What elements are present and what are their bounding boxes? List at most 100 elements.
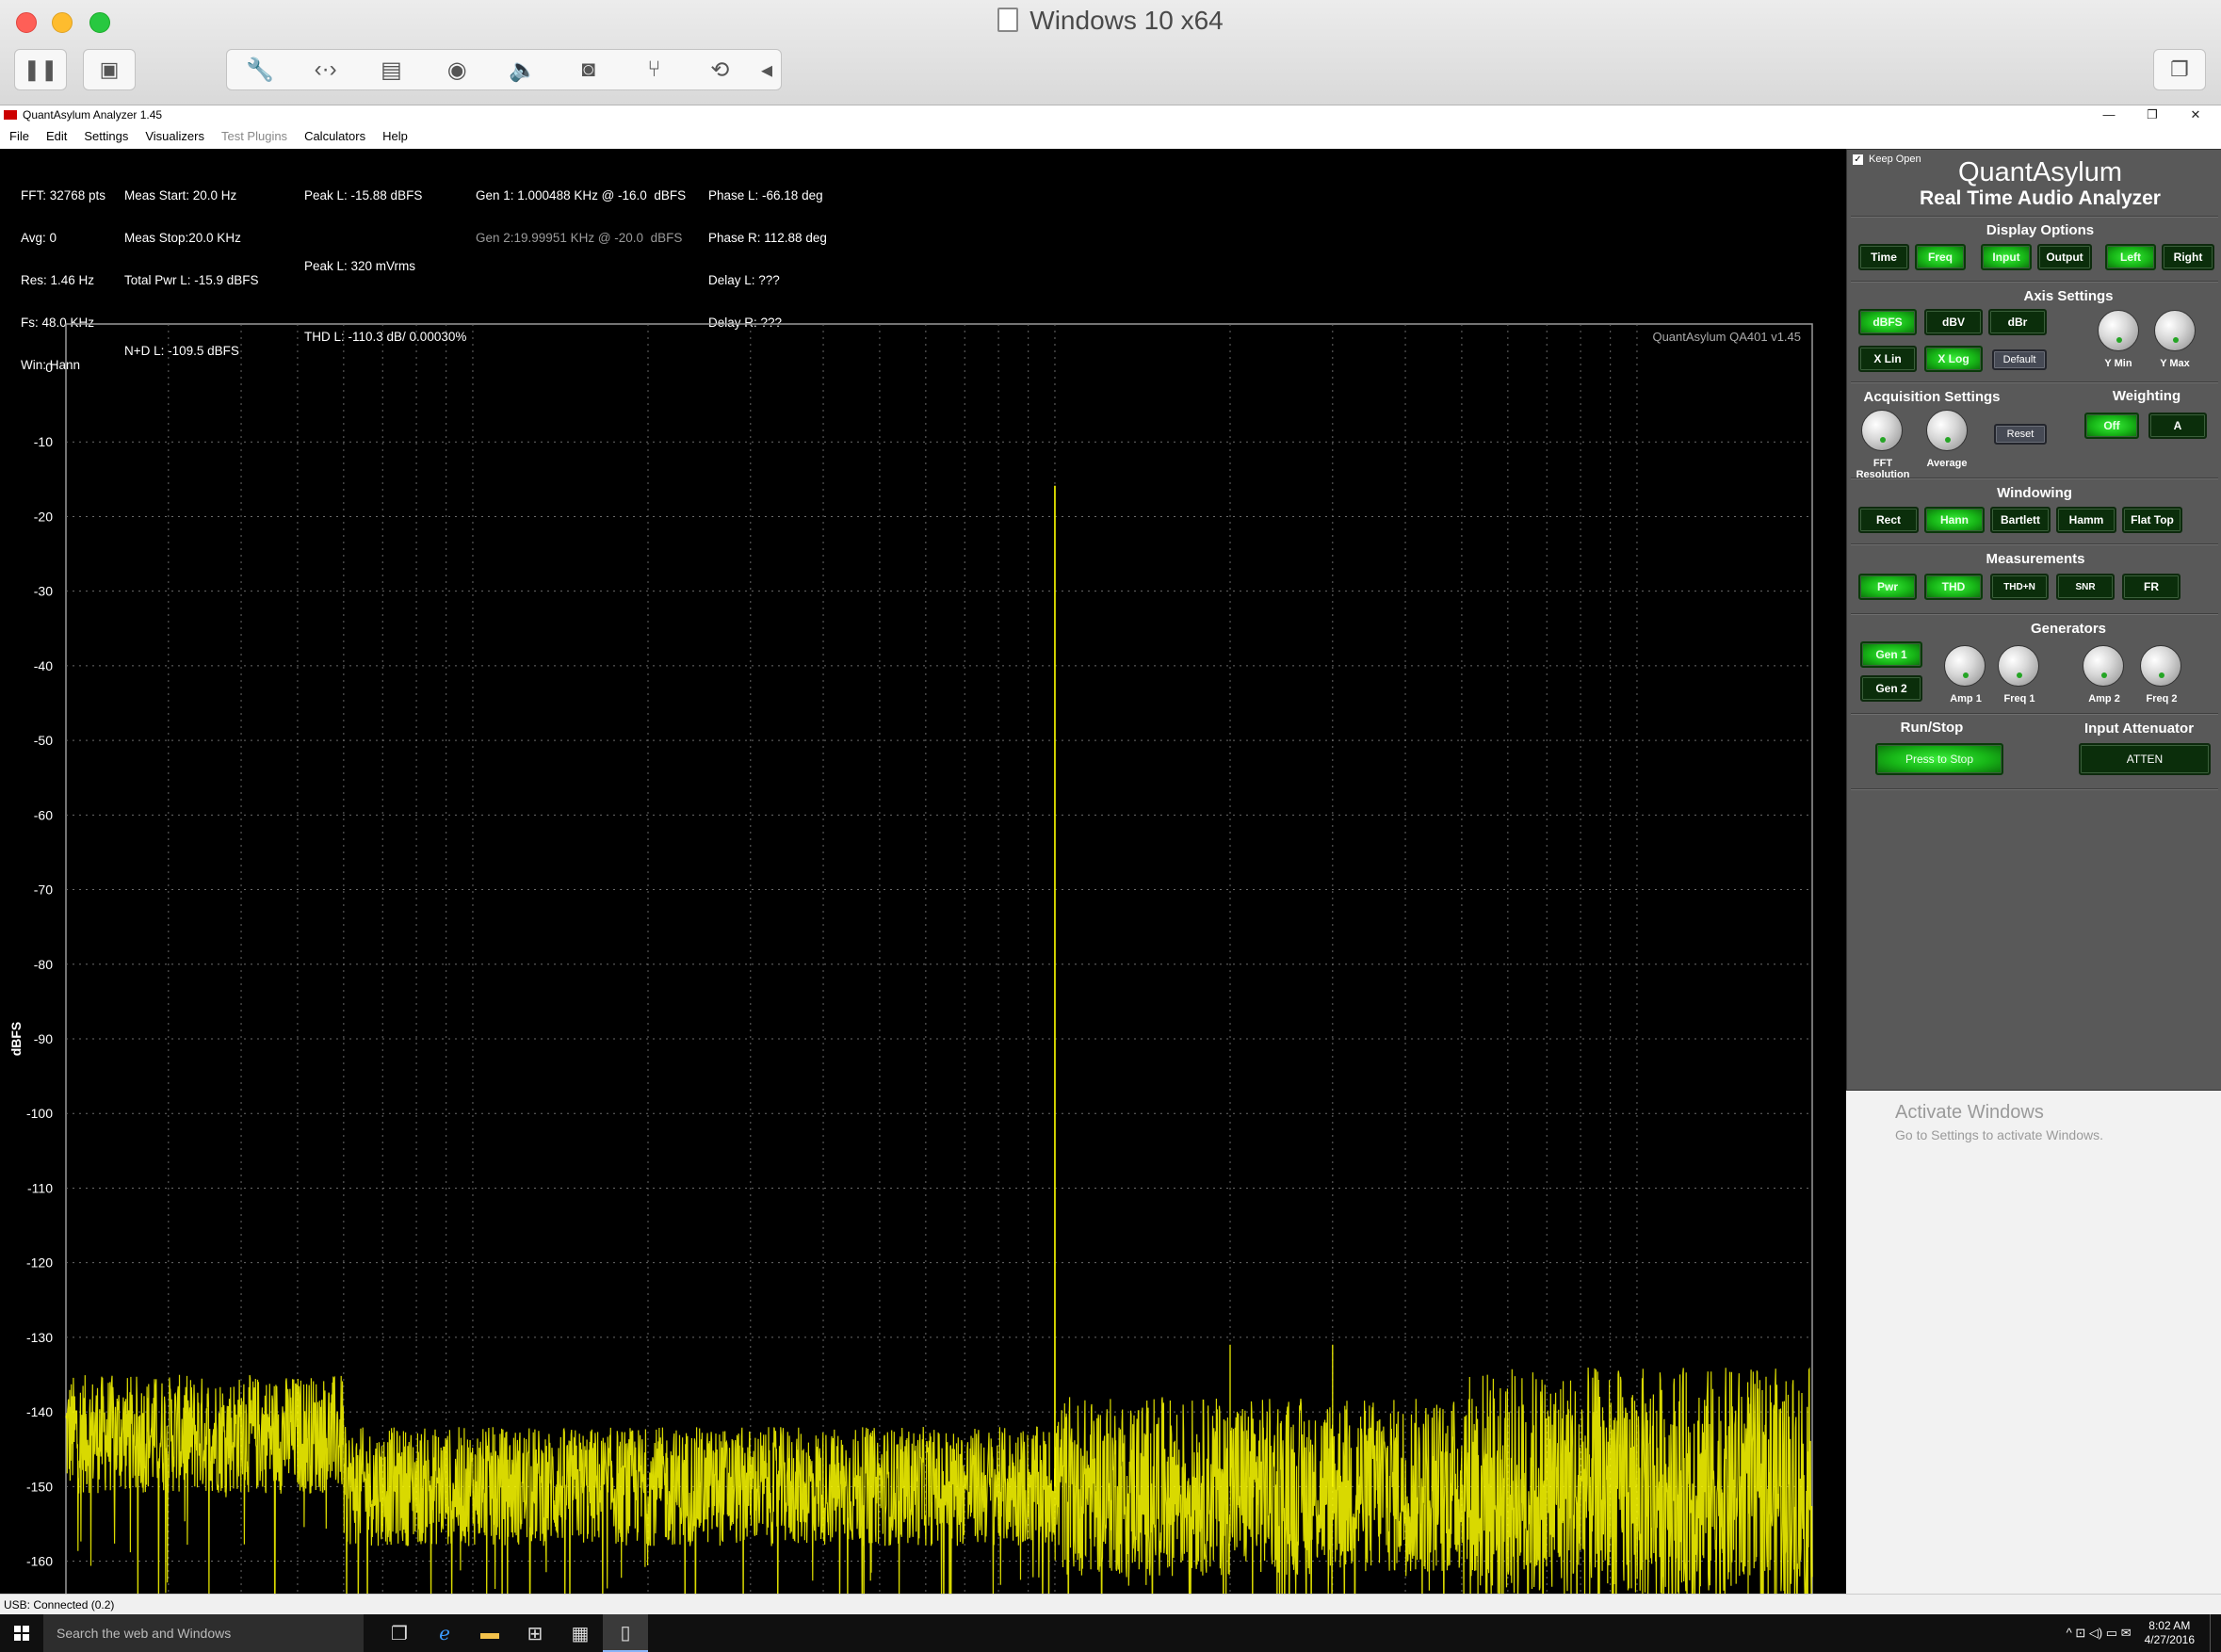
control-panel: ✓ Keep Open QuantAsylum Real Time Audio A… [1846, 149, 2221, 1091]
y-min-knob[interactable] [2098, 310, 2139, 351]
average-label: Average [1926, 458, 1968, 469]
fr-button[interactable]: FR [2122, 574, 2180, 600]
panel-divider [1851, 613, 2218, 615]
vm-device-toolbar: 🔧 ‹·› ▤ ◉ 🔈 ◙ ⑂ ⟲ ◂ [226, 49, 782, 90]
reset-button[interactable]: Reset [1994, 424, 2047, 445]
app-close-button[interactable]: ✕ [2174, 105, 2217, 124]
collapse-arrow-icon[interactable]: ◂ [753, 57, 781, 84]
hard-disk-icon[interactable]: ▤ [359, 57, 425, 84]
menu-visualizers[interactable]: Visualizers [145, 129, 204, 143]
amp2-knob[interactable] [2083, 645, 2124, 687]
hamm-window-button[interactable]: Hamm [2056, 507, 2116, 533]
generators-title: Generators [2030, 621, 2107, 637]
snr-button[interactable]: SNR [2056, 574, 2115, 600]
store-icon[interactable]: ⊞ [512, 1614, 558, 1652]
y-max-label: Y Max [2160, 358, 2190, 369]
tray-icons[interactable]: ^ ⊡ ◁) ▭ ✉ [2067, 1626, 2132, 1641]
thd-button[interactable]: THD [1924, 574, 1983, 600]
network-icon[interactable]: ‹·› [293, 57, 359, 83]
dbv-button[interactable]: dBV [1924, 309, 1983, 335]
taskbar-search[interactable]: Search the web and Windows [43, 1614, 364, 1652]
time-button[interactable]: Time [1858, 244, 1909, 270]
windowing-title: Windowing [1997, 485, 2072, 501]
y-tick-label: -120 [26, 1255, 53, 1271]
freq2-knob[interactable] [2140, 645, 2181, 687]
amp1-knob[interactable] [1944, 645, 1986, 687]
y-tick-label: 0 [45, 360, 53, 375]
speaker-icon[interactable]: 🔈 [490, 57, 556, 84]
weighting-title: Weighting [2112, 388, 2181, 404]
x-log-button[interactable]: X Log [1924, 346, 1983, 372]
analyzer-window: QuantAsylum Analyzer 1.45 — ❐ ✕ File Edi… [0, 105, 2221, 1614]
y-tick-label: -90 [34, 1031, 53, 1046]
show-desktop-button[interactable] [2210, 1614, 2215, 1652]
vm-doc-icon [997, 8, 1019, 32]
menu-file[interactable]: File [9, 129, 29, 143]
brand-subtitle: Real Time Audio Analyzer [1920, 187, 2161, 209]
freq1-knob[interactable] [1998, 645, 2039, 687]
press-to-stop-button[interactable]: Press to Stop [1875, 743, 2003, 775]
fft-resolution-knob[interactable] [1861, 410, 1903, 451]
menu-edit[interactable]: Edit [46, 129, 67, 143]
dbfs-button[interactable]: dBFS [1858, 309, 1917, 335]
hann-window-button[interactable]: Hann [1924, 507, 1985, 533]
menu-test-plugins[interactable]: Test Plugins [221, 129, 287, 143]
vm-title-text: Windows 10 x64 [1029, 6, 1224, 35]
gen2-button[interactable]: Gen 2 [1860, 675, 1922, 702]
y-tick-label: -10 [34, 434, 53, 449]
left-channel-button[interactable]: Left [2105, 244, 2156, 270]
default-button[interactable]: Default [1992, 349, 2047, 370]
rect-window-button[interactable]: Rect [1858, 507, 1919, 533]
input-button[interactable]: Input [1981, 244, 2032, 270]
y-tick-label: -130 [26, 1330, 53, 1345]
y-tick-label: -70 [34, 883, 53, 898]
spectrum-chart[interactable]: 0 -10 -20 -30 -40 -50 -60 -70 -80 -90 -100 -110 -120… [0, 149, 1846, 1594]
document-taskbar-icon[interactable]: ▯ [603, 1614, 648, 1652]
usb-icon[interactable]: ⑂ [622, 57, 688, 83]
y-tick-label: -110 [27, 1180, 53, 1195]
menu-help[interactable]: Help [382, 129, 408, 143]
average-knob[interactable] [1926, 410, 1968, 451]
y-tick-label: -30 [34, 584, 53, 599]
weighting-a-button[interactable]: A [2148, 413, 2207, 439]
y-max-knob[interactable] [2154, 310, 2196, 351]
menu-calculators[interactable]: Calculators [304, 129, 365, 143]
y-tick-label: -150 [26, 1479, 53, 1494]
dbr-button[interactable]: dBr [1988, 309, 2047, 335]
wrench-icon[interactable]: 🔧 [227, 57, 293, 84]
y-tick-label: -40 [34, 658, 53, 673]
pwr-button[interactable]: Pwr [1858, 574, 1917, 600]
panel-divider [1851, 788, 2218, 790]
coherence-button[interactable]: ❐ [2153, 49, 2206, 90]
flat-top-window-button[interactable]: Flat Top [2122, 507, 2182, 533]
vm-window-title: Windows 10 x64 [0, 6, 2221, 36]
freq1-label: Freq 1 [2003, 693, 2035, 705]
windows-logo-icon [14, 1626, 29, 1641]
camera-icon[interactable]: ◙ [556, 57, 622, 83]
thdn-button[interactable]: THD+N [1990, 574, 2049, 600]
task-view-icon[interactable]: ❐ [377, 1614, 422, 1652]
right-channel-button[interactable]: Right [2162, 244, 2214, 270]
vm-config-button[interactable]: ▣ [83, 49, 136, 90]
gen1-button[interactable]: Gen 1 [1860, 641, 1922, 668]
app-minimize-button[interactable]: — [2087, 105, 2131, 124]
freq-button[interactable]: Freq [1915, 244, 1966, 270]
analyzer-taskbar-icon[interactable]: ▦ [558, 1614, 603, 1652]
clock[interactable]: 8:02 AM 4/27/2016 [2145, 1619, 2195, 1647]
file-explorer-icon[interactable]: ▬ [467, 1614, 512, 1652]
atten-button[interactable]: ATTEN [2079, 743, 2211, 775]
status-bar: USB: Connected (0.2) [0, 1594, 2221, 1614]
x-lin-button[interactable]: X Lin [1858, 346, 1917, 372]
cd-drive-icon[interactable]: ◉ [424, 57, 490, 84]
bartlett-window-button[interactable]: Bartlett [1990, 507, 2051, 533]
weighting-off-button[interactable]: Off [2084, 413, 2139, 439]
shared-folder-icon[interactable]: ⟲ [687, 57, 753, 84]
menu-settings[interactable]: Settings [84, 129, 128, 143]
start-button[interactable] [0, 1614, 43, 1652]
edge-icon[interactable]: ℯ [422, 1614, 467, 1652]
spectrum-plot-area[interactable]: FFT: 32768 pts Avg: 0 Res: 1.46 Hz Fs: 4… [0, 149, 1846, 1594]
output-button[interactable]: Output [2037, 244, 2092, 270]
pause-button[interactable]: ❚❚ [14, 49, 67, 90]
app-restore-button[interactable]: ❐ [2131, 105, 2174, 124]
y-tick-label: -50 [34, 733, 53, 748]
